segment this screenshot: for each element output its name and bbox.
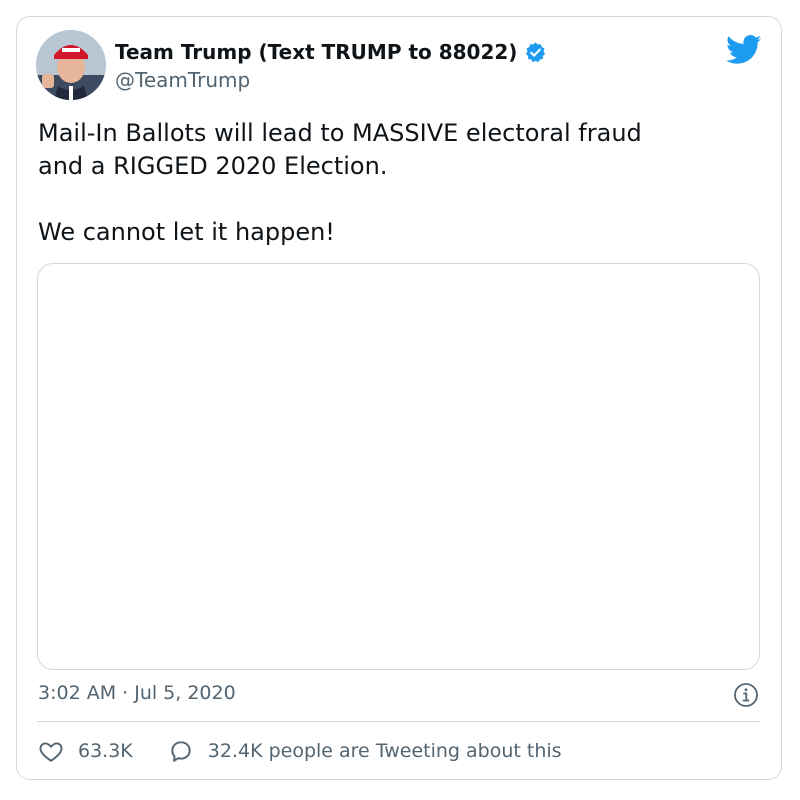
info-icon[interactable]: [733, 682, 759, 708]
speech-bubble-icon: [171, 741, 191, 762]
divider: [37, 721, 760, 722]
conversation-button[interactable]: 32.4K people are Tweeting about this: [168, 738, 562, 764]
display-name-text[interactable]: Team Trump (Text TRUMP to 88022): [115, 40, 517, 64]
avatar[interactable]: [36, 30, 106, 100]
display-name[interactable]: Team Trump (Text TRUMP to 88022): [115, 40, 547, 64]
twitter-bird-icon[interactable]: [726, 35, 762, 65]
like-button[interactable]: 63.3K: [38, 738, 133, 764]
action-bar: 63.3K 32.4K people are Tweeting about th…: [38, 737, 562, 765]
conversation-label: 32.4K people are Tweeting about this: [207, 740, 562, 762]
heart-icon: [39, 742, 63, 762]
timestamp[interactable]: 3:02 AM · Jul 5, 2020: [38, 682, 236, 704]
media-card[interactable]: [37, 263, 760, 670]
tweet-text: Mail-In Ballots will lead to MASSIVE ele…: [38, 119, 642, 246]
verified-badge-icon: [524, 41, 547, 64]
like-count: 63.3K: [78, 740, 133, 762]
handle[interactable]: @TeamTrump: [115, 68, 250, 92]
